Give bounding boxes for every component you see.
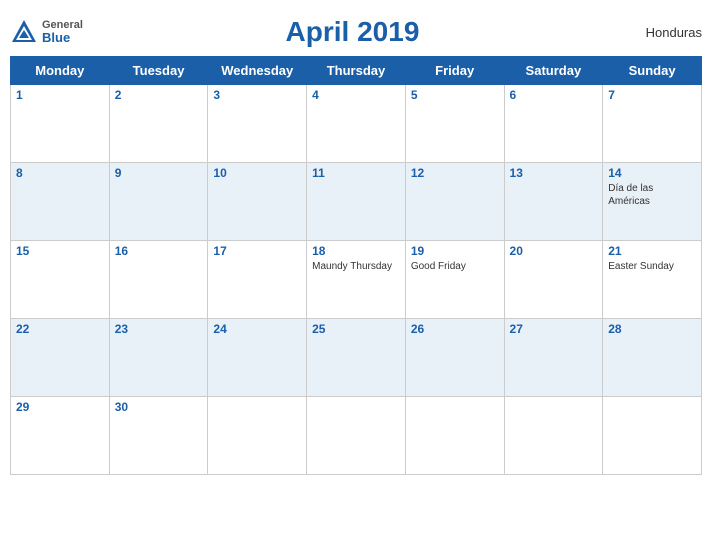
logo-text: General Blue	[42, 20, 83, 44]
calendar-cell: 24	[208, 319, 307, 397]
weekday-saturday: Saturday	[504, 57, 603, 85]
calendar-cell: 10	[208, 163, 307, 241]
weekday-friday: Friday	[405, 57, 504, 85]
day-number: 22	[16, 322, 104, 336]
calendar-cell: 4	[307, 85, 406, 163]
calendar-cell: 15	[11, 241, 110, 319]
day-number: 27	[510, 322, 598, 336]
logo-icon	[10, 18, 38, 46]
day-number: 8	[16, 166, 104, 180]
calendar-cell: 7	[603, 85, 702, 163]
calendar-cell: 11	[307, 163, 406, 241]
calendar-cell: 28	[603, 319, 702, 397]
day-number: 11	[312, 166, 400, 180]
weekday-tuesday: Tuesday	[109, 57, 208, 85]
day-number: 9	[115, 166, 203, 180]
holiday-name: Día de las Américas	[608, 182, 696, 208]
country-name: Honduras	[622, 25, 702, 40]
day-number: 23	[115, 322, 203, 336]
calendar-cell: 26	[405, 319, 504, 397]
calendar-table: Monday Tuesday Wednesday Thursday Friday…	[10, 56, 702, 475]
calendar-title: April 2019	[83, 16, 622, 48]
calendar-cell: 18 Maundy Thursday	[307, 241, 406, 319]
calendar-cell: 20	[504, 241, 603, 319]
calendar-cell: 25	[307, 319, 406, 397]
weekday-wednesday: Wednesday	[208, 57, 307, 85]
calendar-cell: 1	[11, 85, 110, 163]
calendar-container: General Blue April 2019 Honduras Monday …	[10, 10, 702, 475]
day-number: 12	[411, 166, 499, 180]
calendar-cell: 14 Día de las Américas	[603, 163, 702, 241]
calendar-cell: 21 Easter Sunday	[603, 241, 702, 319]
calendar-cell: 13	[504, 163, 603, 241]
day-number: 2	[115, 88, 203, 102]
day-number: 21	[608, 244, 696, 258]
day-number: 25	[312, 322, 400, 336]
calendar-cell: 29	[11, 397, 110, 475]
calendar-cell: 6	[504, 85, 603, 163]
calendar-cell	[405, 397, 504, 475]
calendar-cell: 22	[11, 319, 110, 397]
day-number: 20	[510, 244, 598, 258]
holiday-name: Easter Sunday	[608, 260, 696, 273]
holiday-name: Maundy Thursday	[312, 260, 400, 273]
calendar-cell: 5	[405, 85, 504, 163]
day-number: 7	[608, 88, 696, 102]
calendar-header-row: Monday Tuesday Wednesday Thursday Friday…	[11, 57, 702, 85]
day-number: 28	[608, 322, 696, 336]
day-number: 30	[115, 400, 203, 414]
calendar-cell: 3	[208, 85, 307, 163]
day-number: 15	[16, 244, 104, 258]
calendar-cell: 16	[109, 241, 208, 319]
calendar-header: General Blue April 2019 Honduras	[10, 10, 702, 50]
calendar-cell	[307, 397, 406, 475]
calendar-cell	[208, 397, 307, 475]
day-number: 13	[510, 166, 598, 180]
day-number: 5	[411, 88, 499, 102]
day-number: 19	[411, 244, 499, 258]
day-number: 1	[16, 88, 104, 102]
weekday-monday: Monday	[11, 57, 110, 85]
calendar-cell: 9	[109, 163, 208, 241]
day-number: 16	[115, 244, 203, 258]
calendar-cell: 12	[405, 163, 504, 241]
logo: General Blue	[10, 18, 83, 46]
day-number: 26	[411, 322, 499, 336]
day-number: 10	[213, 166, 301, 180]
calendar-cell	[504, 397, 603, 475]
calendar-body: 1234567891011121314Día de las Américas15…	[11, 85, 702, 475]
calendar-cell: 17	[208, 241, 307, 319]
calendar-cell: 23	[109, 319, 208, 397]
day-number: 29	[16, 400, 104, 414]
day-number: 14	[608, 166, 696, 180]
holiday-name: Good Friday	[411, 260, 499, 273]
weekday-thursday: Thursday	[307, 57, 406, 85]
weekday-sunday: Sunday	[603, 57, 702, 85]
day-number: 6	[510, 88, 598, 102]
day-number: 18	[312, 244, 400, 258]
day-number: 4	[312, 88, 400, 102]
calendar-cell: 8	[11, 163, 110, 241]
day-number: 3	[213, 88, 301, 102]
calendar-cell: 19 Good Friday	[405, 241, 504, 319]
calendar-cell: 27	[504, 319, 603, 397]
day-number: 24	[213, 322, 301, 336]
logo-blue-text: Blue	[42, 31, 83, 44]
calendar-cell: 2	[109, 85, 208, 163]
calendar-cell	[603, 397, 702, 475]
calendar-cell: 30	[109, 397, 208, 475]
day-number: 17	[213, 244, 301, 258]
